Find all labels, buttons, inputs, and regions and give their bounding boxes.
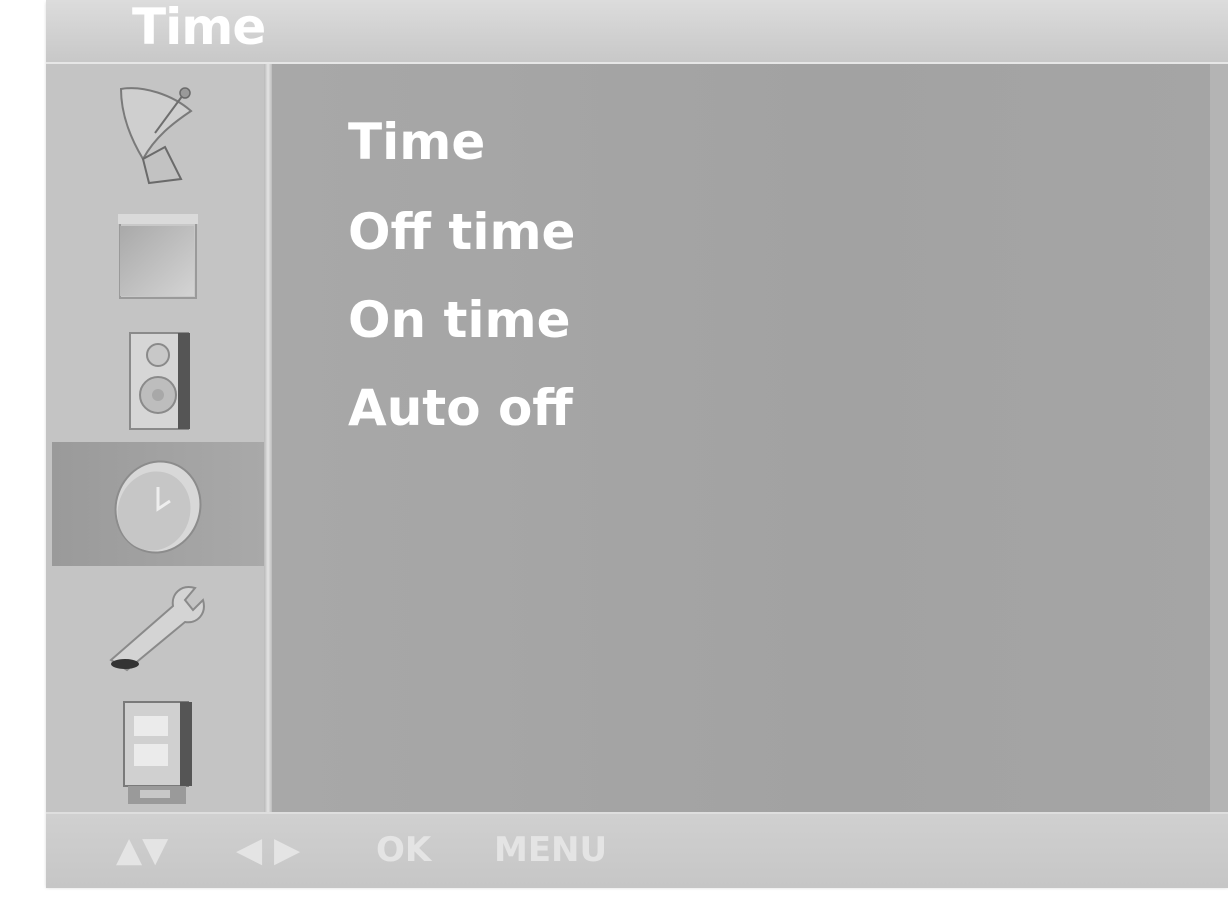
sidebar-item-station[interactable] <box>52 68 264 192</box>
osd-menu-window: Time Time Off time On time Auto off ▲▼ ◀… <box>46 0 1228 888</box>
picture-icon <box>110 206 206 306</box>
ok-hint: OK <box>376 830 432 870</box>
menu-item-auto-off[interactable]: Auto off <box>348 378 573 438</box>
footer-hint-bar: ▲▼ ◀ ▶ OK MENU <box>46 812 1228 888</box>
sidebar-item-picture[interactable] <box>52 194 264 318</box>
menu-item-off-time[interactable]: Off time <box>348 202 575 262</box>
sidebar-item-sound[interactable] <box>52 318 264 442</box>
submenu-panel: Time Off time On time Auto off <box>272 64 1210 812</box>
panel-edge <box>1210 64 1228 812</box>
menu-hint: MENU <box>494 830 608 870</box>
sidebar-item-time[interactable] <box>52 442 264 566</box>
menu-item-time[interactable]: Time <box>348 112 485 172</box>
title-bar: Time <box>46 0 1228 64</box>
sidebar-divider <box>264 64 272 812</box>
left-right-arrows-icon: ◀ ▶ <box>236 830 301 870</box>
clock-icon <box>106 449 210 559</box>
wrench-icon <box>103 580 213 676</box>
sidebar-item-special[interactable] <box>52 566 264 690</box>
page-title: Time <box>132 0 266 56</box>
sidebar-item-screen[interactable] <box>52 690 264 814</box>
satellite-dish-icon <box>103 75 213 185</box>
tv-icon <box>110 694 206 810</box>
up-down-arrows-icon: ▲▼ <box>116 830 169 870</box>
menu-item-on-time[interactable]: On time <box>348 290 571 350</box>
speaker-icon <box>118 325 198 435</box>
